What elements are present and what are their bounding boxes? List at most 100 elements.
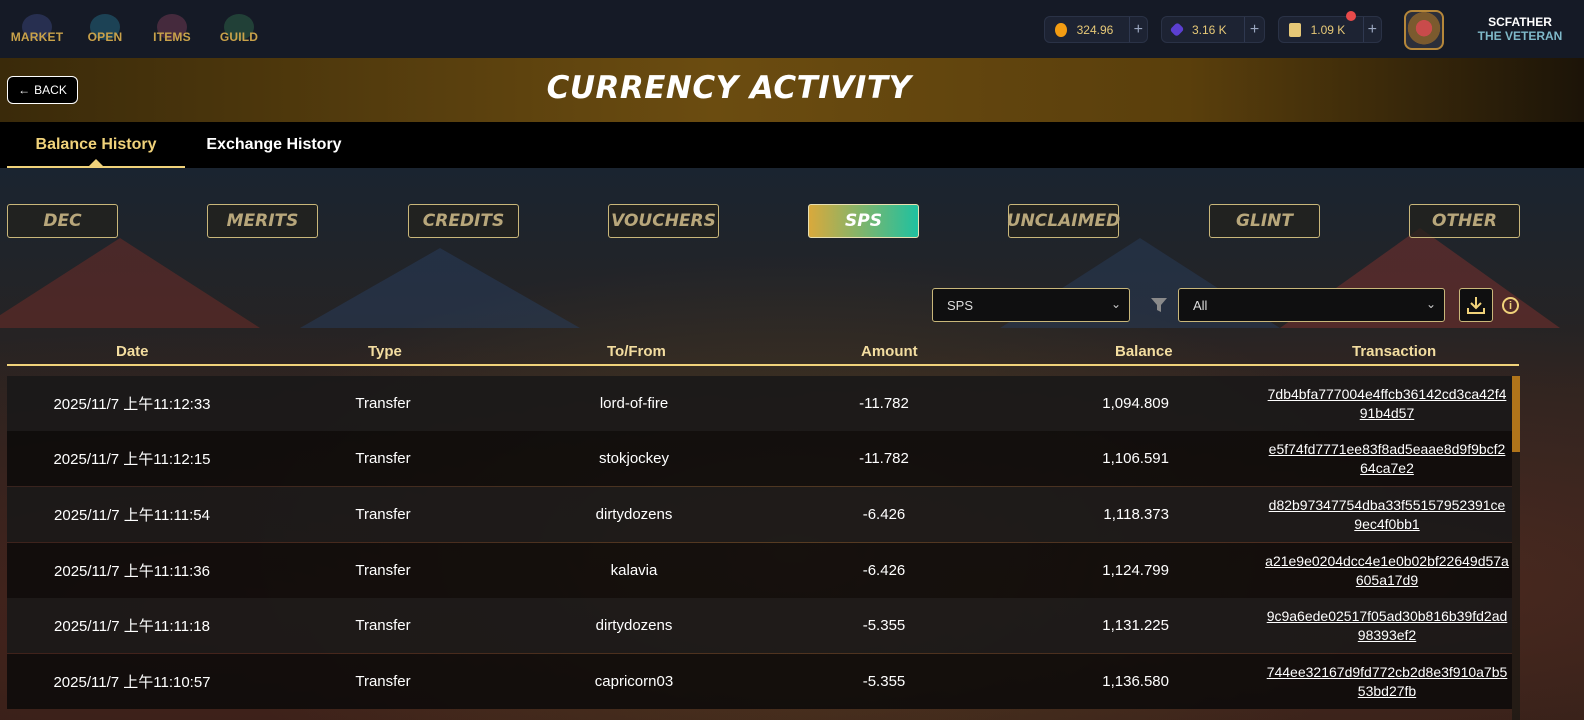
cell-to-from: dirtydozens [595,506,673,523]
nav-market[interactable]: MARKET [6,10,68,52]
cell-type: Transfer [355,562,411,579]
type-select-value: All [1193,297,1208,313]
cell-amount: -5.355 [862,673,906,690]
cell-type: Transfer [355,450,411,467]
gem-balance: 3.16 K + [1161,16,1265,43]
token-select[interactable]: SPS ⌄ [932,288,1130,322]
category-other[interactable]: OTHER [1409,204,1520,238]
download-button[interactable] [1459,288,1493,322]
notification-dot [1346,11,1356,21]
cell-type: Transfer [355,617,411,634]
tent-shape [0,238,260,328]
category-vouchers[interactable]: VOUCHERS [608,204,719,238]
column-header-transaction[interactable]: Transaction [1352,343,1436,360]
column-header-balance[interactable]: Balance [1115,343,1173,360]
cell-to-from: stokjockey [598,450,670,467]
cell-to-from: capricorn03 [594,673,674,690]
token-select-value: SPS [947,297,974,313]
transaction-link[interactable]: 7db4bfa777004e4ffcb36142cd3ca42f491b4d57 [1263,376,1511,431]
gem-balance-value: 3.16 K [1191,22,1227,37]
info-icon[interactable]: i [1502,297,1519,314]
user-name: SCFATHER [1488,15,1552,29]
table-row: 2025/11/7 上午11:12:15 Transfer stokjockey… [7,431,1512,486]
cell-date: 2025/11/7 上午11:12:33 [53,396,211,413]
category-vouchers-label: VOUCHERS [611,211,716,231]
voucher-add-button[interactable]: + [1362,17,1381,42]
cell-balance: 1,106.591 [1102,450,1169,467]
table-row: 2025/11/7 上午11:11:54 Transfer dirtydozen… [7,487,1512,542]
cell-type: Transfer [355,506,411,523]
tab-bar: Balance History Exchange History [0,122,1584,168]
cell-to-from: kalavia [610,562,658,579]
dec-add-button[interactable]: + [1128,17,1147,42]
category-merits-label: MERITS [226,211,299,231]
table-row: 2025/11/7 上午11:11:18 Transfer dirtydozen… [7,598,1512,653]
top-bar: MARKET OPEN ITEMS GUILD 324.96 + 3.16 K … [0,0,1584,58]
dec-balance: 324.96 + [1044,16,1148,43]
page-title: CURRENCY ACTIVITY [546,70,912,106]
category-unclaimed-label: UNCLAIMED [1006,211,1121,231]
tent-shape [300,248,580,328]
column-header-type[interactable]: Type [368,343,402,360]
nav-open[interactable]: OPEN [74,10,136,52]
cell-balance: 1,131.225 [1102,617,1169,634]
filter-icon [1151,298,1167,312]
cell-date: 2025/11/7 上午11:11:18 [54,618,210,635]
category-glint-label: GLINT [1236,211,1293,231]
nav-items[interactable]: ITEMS [141,10,203,52]
cell-balance: 1,136.580 [1102,673,1169,690]
cell-amount: -6.426 [862,562,906,579]
dec-balance-value: 324.96 [1076,22,1114,37]
cell-balance: 1,124.799 [1102,562,1169,579]
nav-guild-label: GUILD [219,30,259,44]
nav-items-label: ITEMS [153,30,191,44]
cell-to-from: lord-of-fire [599,395,669,412]
transaction-link[interactable]: 744ee32167d9fd772cb2d8e3f910a7b553bd27fb [1263,654,1511,709]
type-select[interactable]: All ⌄ [1178,288,1445,322]
cell-amount: -11.782 [859,395,909,412]
cell-type: Transfer [355,673,411,690]
cell-date: 2025/11/7 上午11:11:36 [54,563,210,580]
category-unclaimed[interactable]: UNCLAIMED [1006,204,1121,238]
tab-exchange-history-label: Exchange History [206,136,342,153]
transaction-link[interactable]: d82b97347754dba33f55157952391ce9ec4f0bb1 [1263,487,1511,542]
header-band: ← BACK CURRENCY ACTIVITY [0,58,1584,122]
category-glint[interactable]: GLINT [1209,204,1320,238]
transaction-link[interactable]: e5f74fd7771ee83f8ad5eaae8d9f9bcf264ca7e2 [1263,431,1511,486]
cell-amount: -11.782 [859,450,909,467]
category-credits-label: CREDITS [422,211,505,231]
nav-open-label: OPEN [87,30,123,44]
column-header-amount[interactable]: Amount [861,343,918,360]
category-credits[interactable]: CREDITS [408,204,519,238]
cell-balance: 1,118.373 [1103,506,1169,523]
category-merits[interactable]: MERITS [207,204,318,238]
column-header-date[interactable]: Date [116,343,149,360]
category-dec[interactable]: DEC [7,204,118,238]
transaction-link[interactable]: 9c9a6ede02517f05ad30b816b39fd2ad98393ef2 [1263,598,1511,653]
category-sps-label: SPS [845,211,882,231]
table-header-divider [7,364,1519,366]
gem-icon [1169,22,1185,37]
tab-balance-history-label: Balance History [35,136,157,153]
category-dec-label: DEC [43,211,82,231]
nav-market-label: MARKET [10,30,64,44]
voucher-balance: 1.09 K + [1278,16,1382,43]
active-tab-caret-icon [88,159,104,167]
user-info[interactable]: SCFATHER THE VETERAN [1470,15,1570,43]
nav-guild[interactable]: GUILD [208,10,270,52]
cell-amount: -5.355 [862,617,906,634]
cell-date: 2025/11/7 上午11:11:54 [54,507,210,524]
column-header-to-from[interactable]: To/From [607,343,666,360]
download-icon [1467,297,1485,314]
table-row: 2025/11/7 上午11:11:36 Transfer kalavia -6… [7,543,1512,598]
transaction-link[interactable]: a21e9e0204dcc4e1e0b02bf22649d57a605a17d9 [1263,543,1511,598]
gem-add-button[interactable]: + [1243,17,1264,42]
tab-exchange-history[interactable]: Exchange History [190,122,358,168]
cell-date: 2025/11/7 上午11:12:15 [53,451,211,468]
avatar[interactable] [1404,10,1444,50]
chevron-down-icon: ⌄ [1110,297,1121,311]
table-scrollbar-thumb[interactable] [1512,376,1520,452]
cell-balance: 1,094.809 [1102,395,1169,412]
cell-to-from: dirtydozens [595,617,673,634]
category-sps[interactable]: SPS [808,204,919,238]
